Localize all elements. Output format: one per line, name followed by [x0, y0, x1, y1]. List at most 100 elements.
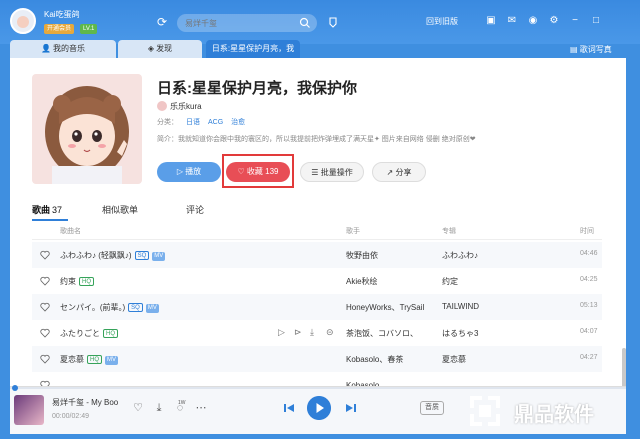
cover-illustration: [32, 74, 142, 184]
song-title-text: 夏恋慕: [60, 355, 84, 364]
song-album[interactable]: 约定: [442, 276, 458, 287]
play-all-button[interactable]: ▷ 播放: [157, 162, 221, 182]
skin-icon[interactable]: ▣: [484, 14, 498, 28]
add-to-list-icon[interactable]: ⊳: [294, 327, 304, 337]
tag-acg[interactable]: ACG: [208, 119, 223, 126]
progress-knob[interactable]: [12, 385, 18, 391]
song-title[interactable]: ふわふわ♪ (轻飘飘♪) SQ MV: [60, 250, 166, 261]
lyrics-photo-tab[interactable]: ▤ 歌词写真: [570, 42, 612, 58]
like-song-icon[interactable]: [40, 250, 50, 260]
play-icon[interactable]: ▷: [278, 327, 288, 337]
song-duration: 04:46: [580, 250, 598, 257]
song-title[interactable]: 夏恋慕 HQ MV: [60, 354, 118, 365]
song-album[interactable]: 夏恋慕: [442, 354, 466, 365]
user-name[interactable]: Kai吃蛋鸽: [44, 9, 80, 20]
share-label: 分享: [395, 168, 412, 177]
song-row[interactable]: ふたりごと HQ ▷ ⊳ ⤓ ⊝ 茶泡饭、コバソロ、 はるちゃ3 04:07: [32, 320, 602, 346]
play-pause-button[interactable]: [307, 396, 331, 420]
creator-name[interactable]: 乐乐kura: [170, 101, 202, 112]
category-label: 分类：: [157, 119, 178, 126]
song-artist[interactable]: 牧野由依: [346, 250, 378, 261]
favorite-highlight-box: [222, 154, 294, 188]
now-playing-actions: ♡ ⤓ ◌ ⋯: [132, 401, 207, 415]
now-playing-title[interactable]: 易烊千玺 - My Boo: [52, 397, 118, 408]
song-duration: 05:13: [580, 302, 598, 309]
song-album[interactable]: ふわふわ♪: [442, 250, 478, 261]
mv-badge[interactable]: MV: [145, 304, 159, 313]
song-title-text: 约束: [60, 277, 76, 286]
song-row[interactable]: 夏恋慕 HQ MV Kobasolo、春茶 夏恋慕 04:27: [32, 346, 602, 372]
tab-discover[interactable]: ◈ 发现: [118, 40, 202, 58]
scrollbar[interactable]: [622, 348, 626, 388]
tab-similar-playlists[interactable]: 相似歌单: [102, 203, 138, 216]
watermark-text: 鼎品软件: [514, 404, 594, 426]
quality-selector[interactable]: 音质: [420, 401, 444, 415]
download-icon[interactable]: ⤓: [310, 327, 320, 337]
like-song-icon[interactable]: [40, 354, 50, 364]
song-row[interactable]: ふわふわ♪ (轻飘飘♪) SQ MV 牧野由依 ふわふわ♪ 04:46: [32, 242, 602, 268]
batch-operation-button[interactable]: ☰ 批量操作: [300, 162, 364, 182]
user-avatar[interactable]: [10, 8, 36, 34]
song-duration: 04:07: [580, 328, 598, 335]
lyrics-photo-icon: ▤: [570, 45, 580, 54]
previous-track-icon[interactable]: [282, 401, 296, 415]
tab-songs-label: 歌曲: [32, 205, 51, 215]
now-playing-cover[interactable]: [14, 395, 44, 425]
like-icon[interactable]: ♡: [132, 401, 144, 415]
song-row[interactable]: センパイ。(前辈。) SQ MV HoneyWorks、TrySail TAILWIND…: [32, 294, 602, 320]
songs-count: 37: [52, 205, 63, 215]
next-track-icon[interactable]: [344, 401, 358, 415]
song-artist[interactable]: Kobasolo、春茶: [346, 354, 403, 365]
like-song-icon[interactable]: [40, 302, 50, 312]
col-album: 专辑: [442, 228, 456, 235]
minimize-icon[interactable]: −: [568, 14, 582, 28]
song-album[interactable]: はるちゃ3: [442, 328, 478, 339]
song-title[interactable]: ふたりごと HQ: [60, 328, 118, 339]
song-title-text: ふたりごと: [60, 329, 100, 338]
tag-healing[interactable]: 治愈: [231, 119, 245, 126]
mv-badge[interactable]: MV: [152, 252, 166, 261]
tab-playlist[interactable]: 日系:星星保护月亮，我: [206, 40, 300, 58]
creator-avatar[interactable]: [157, 101, 167, 111]
search-box[interactable]: [177, 14, 317, 32]
row-actions: ▷ ⊳ ⤓ ⊝: [278, 327, 336, 337]
playlist-cover[interactable]: [32, 74, 142, 184]
back-to-old-version-link[interactable]: 回到旧版: [426, 16, 458, 27]
search-input[interactable]: [185, 16, 293, 30]
game-icon[interactable]: ◉: [526, 14, 540, 28]
mv-badge[interactable]: MV: [105, 356, 118, 365]
like-song-icon[interactable]: [40, 328, 50, 338]
song-artist[interactable]: HoneyWorks、TrySail: [346, 302, 424, 313]
song-title[interactable]: センパイ。(前辈。) SQ MV: [60, 302, 159, 313]
song-table-header: 歌曲名 歌手 专辑 时间: [32, 226, 602, 240]
tab-my-music[interactable]: 👤 我的音乐: [10, 40, 116, 58]
vip-badge[interactable]: 开通会员: [44, 24, 75, 34]
tab-comments[interactable]: 评论: [186, 203, 204, 216]
tag-japanese[interactable]: 日语: [186, 119, 200, 126]
more-icon[interactable]: ⋯: [195, 401, 207, 415]
share-button[interactable]: ↗ 分享: [372, 162, 426, 182]
watermark: 鼎品软件: [456, 386, 640, 436]
hq-badge: HQ: [79, 277, 94, 286]
playlist-description[interactable]: 简介：我就知道你会跟中我的寰区的，所以我提前把炸弹埋成了满天星✦ 图片来自网络 …: [157, 134, 617, 144]
more-icon[interactable]: ⊝: [326, 327, 336, 337]
lyrics-photo-label: 歌词写真: [579, 45, 612, 54]
refresh-icon[interactable]: ⟳: [154, 14, 170, 30]
tab-songs[interactable]: 歌曲 37: [32, 203, 62, 216]
download-icon[interactable]: ⤓: [153, 401, 165, 415]
maximize-icon[interactable]: □: [589, 14, 603, 28]
hq-badge: HQ: [103, 329, 118, 338]
song-artist[interactable]: Akie秋绘: [346, 276, 378, 287]
listen-recognize-icon[interactable]: [326, 15, 340, 29]
mail-icon[interactable]: ✉: [505, 14, 519, 28]
tab-label: 我的音乐: [52, 44, 85, 53]
settings-icon[interactable]: ⚙: [547, 14, 561, 28]
song-artist[interactable]: 茶泡饭、コバソロ、: [346, 328, 418, 339]
like-song-icon[interactable]: [40, 276, 50, 286]
search-icon[interactable]: [299, 17, 311, 29]
song-row[interactable]: 约束 HQ Akie秋绘 约定 04:25: [32, 268, 602, 294]
col-song-name: 歌曲名: [60, 228, 81, 235]
song-title[interactable]: 约束 HQ: [60, 276, 94, 287]
song-album[interactable]: TAILWIND: [442, 302, 479, 311]
tab-row: 👤 我的音乐 ◈ 发现 日系:星星保护月亮，我 ▤ 歌词写真: [0, 38, 640, 58]
